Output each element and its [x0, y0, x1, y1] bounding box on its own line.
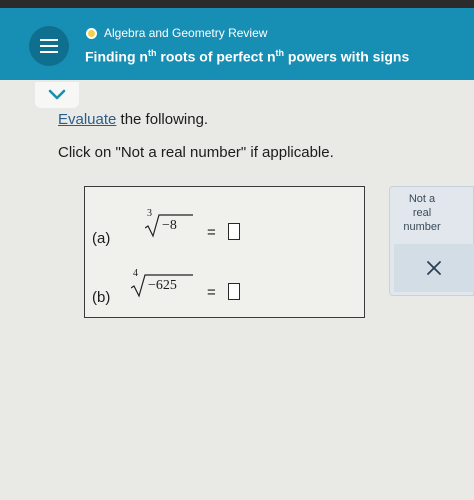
part-a-label: (a): [92, 230, 111, 247]
part-b-answer-input[interactable]: [228, 283, 240, 300]
topic-status-dot: [86, 27, 97, 39]
title-part3: powers with signs: [284, 48, 410, 65]
part-b-label: (b): [92, 289, 111, 306]
not-real-line2: real: [412, 207, 432, 219]
title-part2: roots of perfect n: [156, 48, 276, 65]
header-bar: Algebra and Geometry Review Finding nth …: [0, 8, 474, 80]
part-a-equals: =: [207, 224, 216, 241]
hamburger-icon[interactable]: [29, 26, 69, 66]
topic-row: Algebra and Geometry Review: [86, 24, 267, 42]
evaluate-link[interactable]: Evaluate: [58, 111, 116, 128]
prompt-rest: the following.: [116, 111, 209, 128]
part-a-radicand: −8: [162, 218, 177, 233]
chevron-down-icon: [48, 89, 66, 100]
prompt-text: Evaluate the following.: [58, 111, 208, 128]
part-a-answer-input[interactable]: [228, 223, 240, 240]
close-icon: [427, 261, 441, 275]
answer-box: (a) 3 −8 = (b) 4 −625 =: [84, 186, 365, 318]
not-real-line3: number: [403, 221, 441, 233]
part-b-radicand: −625: [148, 278, 177, 293]
title-part1: Finding n: [85, 48, 148, 65]
page-title: Finding nth roots of perfect nth powers …: [85, 48, 409, 65]
browser-top-edge: [0, 0, 474, 8]
title-sup2: th: [275, 48, 285, 58]
clear-button[interactable]: [394, 244, 474, 292]
part-b-equals: =: [207, 284, 216, 301]
collapse-button[interactable]: [35, 82, 79, 108]
not-real-line1: Not a: [408, 193, 436, 205]
topic-label: Algebra and Geometry Review: [104, 26, 268, 40]
not-real-number-button[interactable]: Not a real number: [391, 192, 453, 234]
instruction-text: Click on "Not a real number" if applicab…: [58, 144, 334, 161]
